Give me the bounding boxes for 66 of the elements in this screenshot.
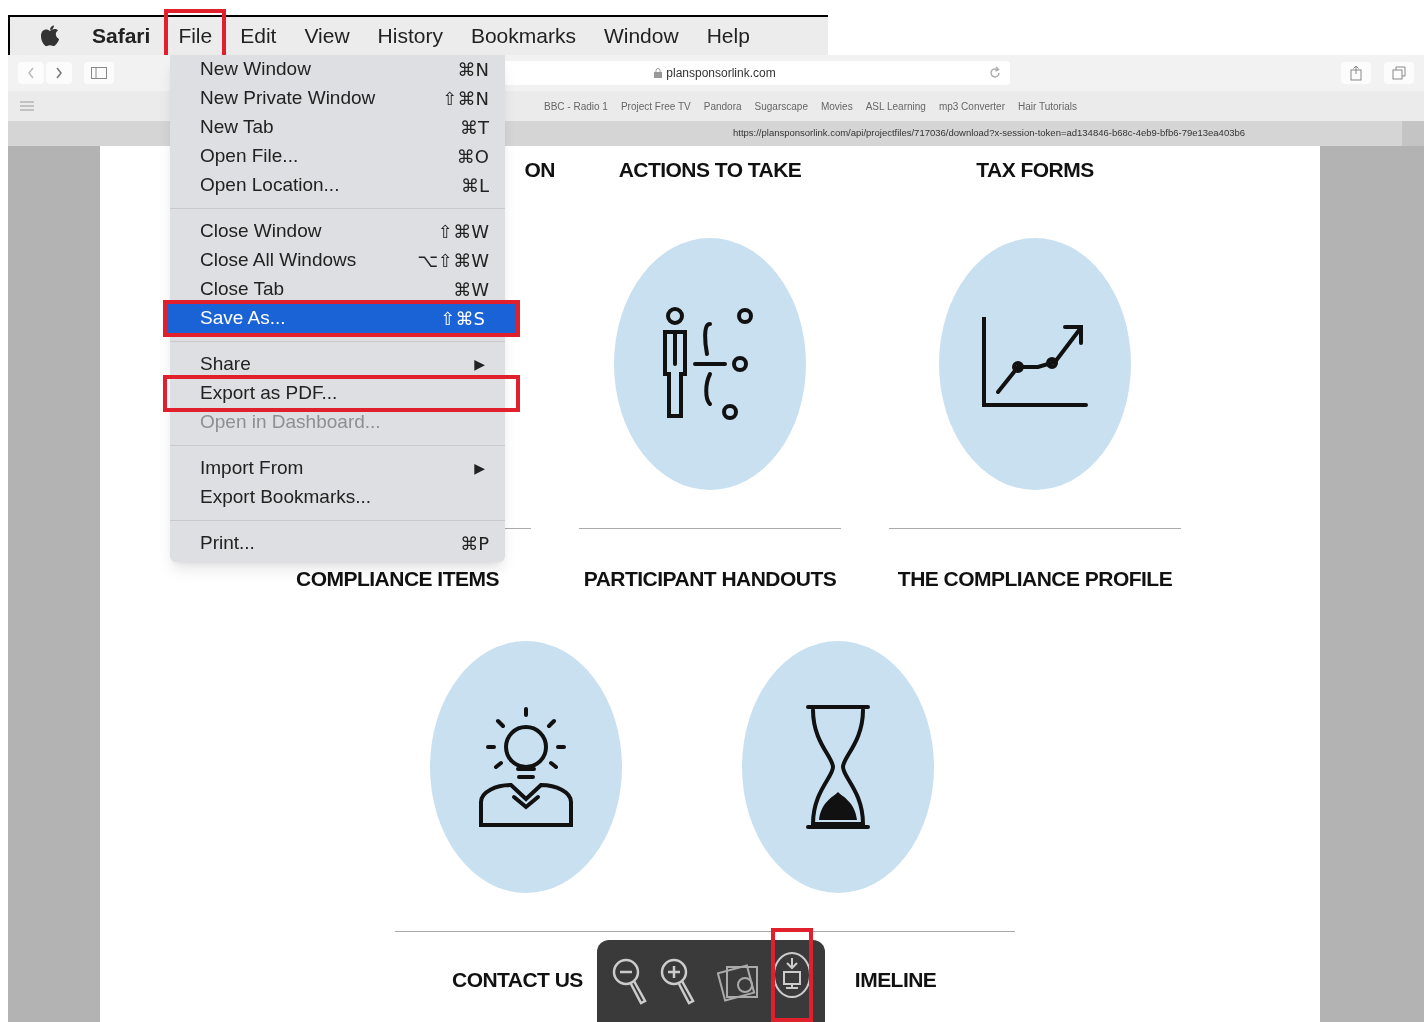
menu-item[interactable]: Close Window ⇧⌘W (170, 217, 505, 246)
download-url: https://plansponsorlink.com/api/projectfiles/717036/download?x-session-token=ad134846-b68c-4eb9-bfb6-79e13ea403b6 (733, 126, 1246, 141)
shortcut-text: ⌘N (457, 58, 489, 82)
sidebar-icon (91, 67, 107, 79)
menu-bar-item[interactable]: Help (692, 16, 764, 56)
menu-item[interactable]: Open File... ⌘O (170, 142, 505, 171)
section-heading: CONTACT US (452, 967, 583, 993)
tabs-button[interactable] (1384, 62, 1414, 84)
chevron-left-icon (26, 66, 36, 80)
bookmark-link[interactable]: mp3 Converter (938, 98, 1005, 114)
bookmark-link[interactable]: Hair Tutorials (1018, 98, 1077, 114)
sidebar-button[interactable] (84, 62, 114, 84)
bookmark-link[interactable]: ASL Learning (865, 98, 926, 114)
shortcut-text: ⇧⌘S (440, 307, 485, 331)
reload-icon[interactable] (988, 66, 1002, 80)
menu-item[interactable]: New Private Window ⇧⌘N (170, 84, 505, 113)
zoom-in-button[interactable] (659, 957, 697, 1005)
section-heading: ON (524, 157, 555, 183)
menu-item[interactable]: Export Bookmarks... (170, 483, 505, 512)
bookmark-link[interactable]: Project Free TV (620, 98, 691, 114)
tabs-icon (1392, 66, 1406, 80)
bookmark-link[interactable]: Sugarscape (754, 98, 808, 114)
shortcut-text: ⇧⌘N (442, 87, 489, 111)
bookmark-link[interactable]: Pandora (703, 98, 742, 114)
address-text: plansponsorlink.com (666, 65, 776, 82)
shortcut-text: ⇧⌘W (438, 220, 489, 244)
section-heading: ACTIONS TO TAKE (618, 157, 802, 183)
apple-logo-icon[interactable] (40, 25, 60, 47)
menu-item[interactable]: Open Location... ⌘L (170, 171, 505, 200)
shortcut-text: ⌘T (460, 116, 489, 140)
submenu-arrow: ▶ (474, 459, 486, 478)
menu-item[interactable]: Close All Windows ⌥⇧⌘W (170, 246, 505, 275)
bookmark-link[interactable]: BBC - Radio 1 (544, 98, 608, 114)
menu-bar-item[interactable]: Window (589, 16, 693, 56)
download-button[interactable] (771, 928, 813, 1022)
shortcut-text: ⌘O (456, 145, 489, 169)
bookmark-link[interactable]: Movies (820, 98, 853, 114)
section-heading: THE COMPLIANCE PROFILE (897, 566, 1173, 592)
menu-bar-item[interactable]: Safari (78, 16, 165, 56)
menu-bar-item[interactable]: View (290, 16, 364, 56)
menu-item[interactable]: New Tab ⌘T (170, 113, 505, 142)
share-button[interactable] (1341, 62, 1371, 84)
person-lightbulb-icon (476, 707, 576, 827)
section-heading: COMPLIANCE ITEMS (296, 566, 499, 592)
shortcut-text: ⌘W (453, 278, 489, 302)
shortcut-text: ⌥⇧⌘W (417, 249, 489, 273)
menu-bar-item[interactable]: Edit (226, 16, 291, 56)
hourglass-icon (803, 702, 873, 832)
zoom-out-button[interactable] (611, 957, 649, 1005)
section-heading: IMELINE (854, 967, 937, 993)
share-icon (1350, 65, 1362, 81)
menu-item[interactable]: Save As... ⇧⌘S (163, 300, 520, 337)
section-heading: TAX FORMS (976, 157, 1094, 183)
lock-icon (654, 68, 663, 78)
shortcut-text: ⌘P (460, 532, 489, 556)
back-button[interactable] (18, 62, 44, 84)
menu-item[interactable]: Print... ⌘P (170, 529, 505, 558)
menu-bar-item[interactable]: History (363, 16, 457, 56)
section-heading: PARTICIPANT HANDOUTS (583, 566, 837, 592)
chevron-right-icon (54, 66, 64, 80)
menu-item[interactable]: Export as PDF... (163, 375, 520, 412)
menu-bar-item[interactable]: Bookmarks (456, 16, 590, 56)
menu-item[interactable]: Import From ▶ (170, 454, 505, 483)
shortcut-text: ⌘L (460, 174, 489, 198)
submenu-arrow: ▶ (474, 355, 486, 374)
forward-button[interactable] (46, 62, 72, 84)
